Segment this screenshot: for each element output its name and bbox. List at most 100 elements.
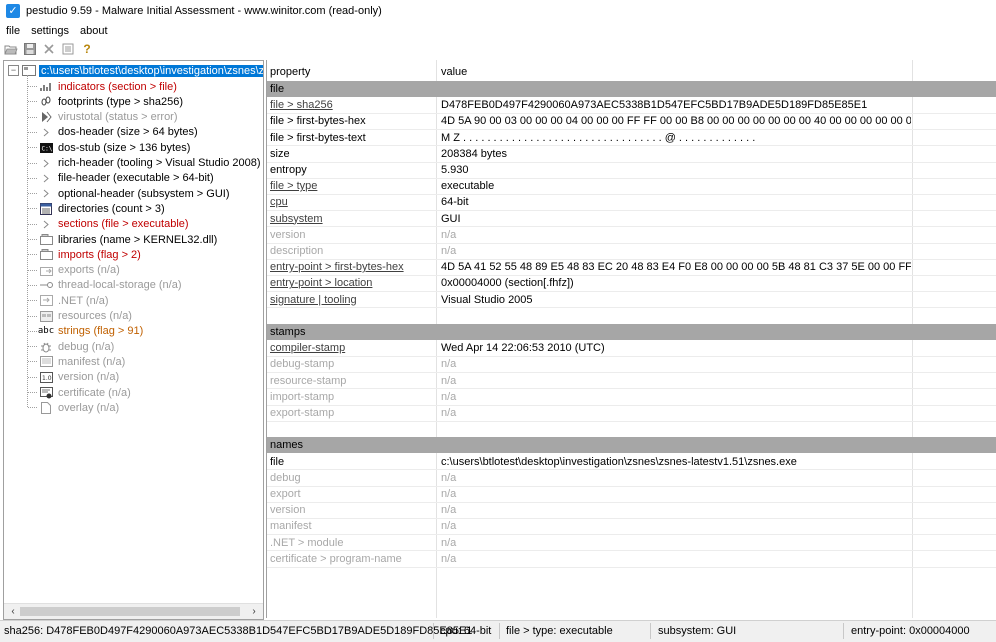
tree-item[interactable]: manifest (n/a) [39,354,127,369]
save-icon[interactable] [23,42,37,56]
value-cell: D478FEB0D497F4290060A973AEC5338B1D547EFC… [441,99,868,112]
tree-item[interactable]: optional-header (subsystem > GUI) [39,186,232,201]
table-row[interactable]: file > sha256 D478FEB0D497F4290060A973AEC… [267,97,996,113]
tree-item[interactable]: virustotal (status > error) [39,110,180,125]
table-row[interactable]: import-stamp n/a [267,389,996,405]
table-row[interactable]: .NET > module n/a [267,535,996,551]
table-row[interactable]: description n/a [267,243,996,259]
tree-item[interactable]: 1.0 version (n/a) [39,370,121,385]
tree-item[interactable]: libraries (name > KERNEL32.dll) [39,232,219,247]
table-row[interactable]: entry-point > location 0x00004000 (sectio… [267,275,996,291]
property-cell: file [270,83,285,95]
help-icon[interactable]: ? [80,42,94,56]
menu-settings[interactable]: settings [25,25,74,37]
scroll-right-icon[interactable]: › [247,605,261,618]
scroll-thumb[interactable] [20,607,240,616]
table-row[interactable]: version n/a [267,502,996,518]
overlay-icon [39,401,53,414]
tree-item[interactable]: overlay (n/a) [39,400,121,415]
collapse-icon[interactable]: − [8,65,19,76]
tree-item[interactable]: C:\ dos-stub (size > 136 bytes) [39,140,192,155]
table-row[interactable]: cpu 64-bit [267,194,996,210]
table-row[interactable]: file > first-bytes-hex 4D 5A 90 00 03 00 … [267,113,996,129]
table-row[interactable]: version n/a [267,227,996,243]
tree-connector-line [28,392,37,393]
title-bar: ✓ pestudio 9.59 - Malware Initial Assess… [0,0,996,22]
menu-file[interactable]: file [0,25,25,37]
menu-about[interactable]: about [74,25,113,37]
section-header-row[interactable]: file [267,81,996,97]
value-cell: 4D 5A 90 00 03 00 00 00 04 00 00 00 FF F… [441,115,911,128]
value-cell: Visual Studio 2005 [441,293,533,306]
tree-item[interactable]: directories (count > 3) [39,201,167,216]
table-row[interactable]: certificate > program-name n/a [267,551,996,567]
list-icon[interactable] [61,42,75,56]
table-row[interactable]: export-stamp n/a [267,405,996,421]
scroll-left-icon[interactable]: ‹ [6,605,20,618]
tree-item-label: libraries (name > KERNEL32.dll) [58,233,218,246]
tree-item[interactable]: certificate (n/a) [39,385,133,400]
table-row[interactable]: manifest n/a [267,518,996,534]
app-check-icon: ✓ [6,4,20,18]
property-cell: cpu [270,196,288,209]
section-header-row[interactable]: stamps [267,324,996,340]
value-cell: GUI [441,212,461,225]
tree-item[interactable]: footprints (type > sha256) [39,94,185,109]
tree-item-label: imports (flag > 2) [58,248,141,261]
property-cell: debug [270,471,301,484]
tree-item[interactable]: debug (n/a) [39,339,116,354]
indicators-icon [39,81,53,93]
tree-item[interactable]: abc strings (flag > 91) [38,324,145,339]
tree-item[interactable]: exports (n/a) [39,263,122,278]
value-cell: n/a [441,374,457,387]
table-row[interactable]: resource-stamp n/a [267,373,996,389]
virustotal-icon [39,111,53,123]
table-row[interactable]: file > first-bytes-text M Z . . . . . . .… [267,130,996,146]
tree-item-label: indicators (section > file) [58,80,177,93]
property-cell: compiler-stamp [270,342,346,355]
tree-root[interactable]: − c:\users\btlotest\desktop\investigatio… [8,63,263,78]
table-row[interactable]: signature | tooling Visual Studio 2005 [267,292,996,308]
table-row[interactable]: file c:\users\btlotest\desktop\investigat… [267,454,996,470]
tree-item[interactable]: sections (file > executable) [39,217,191,232]
property-cell: export [270,488,301,500]
tree-item[interactable]: dos-header (size > 64 bytes) [39,125,200,140]
table-row[interactable]: subsystem GUI [267,211,996,227]
tree-item[interactable]: thread-local-storage (n/a) [39,278,184,293]
tree-item-label: resources (n/a) [58,310,132,322]
close-icon[interactable] [42,42,56,56]
table-row[interactable]: compiler-stamp Wed Apr 14 22:06:53 2010 (… [267,340,996,356]
value-cell: n/a [441,536,457,549]
table-row[interactable]: size 208384 bytes [267,146,996,162]
tree-connector-line [28,407,37,409]
tree-connector-line [28,315,37,317]
property-cell: entropy [270,164,307,176]
arrow-icon [39,157,53,169]
table-row[interactable]: debug n/a [267,470,996,486]
value-cell: n/a [441,228,457,241]
tree-item-label: debug (n/a) [58,340,115,353]
table-row[interactable]: entry-point > first-bytes-hex 4D 5A 41 52… [267,259,996,275]
table-row[interactable]: file > type executable [267,178,996,194]
table-row[interactable]: export n/a [267,486,996,502]
horizontal-scrollbar[interactable]: ‹ › [4,603,263,619]
tree-item[interactable]: .NET (n/a) [39,293,111,308]
value-cell: n/a [441,407,457,419]
section-header-row[interactable]: names [267,437,996,454]
tree-item[interactable]: indicators (section > file) [39,79,179,94]
tree-pane: − c:\users\btlotest\desktop\investigatio… [3,60,264,620]
header-property[interactable]: property [270,66,436,78]
arrow-icon [39,188,53,200]
tls-icon [39,279,53,291]
tree-connector-line [28,147,37,149]
tree-item[interactable]: rich-header (tooling > Visual Studio 200… [39,156,263,171]
table-header: property value [267,64,996,80]
table-row[interactable]: debug-stamp n/a [267,356,996,372]
header-value[interactable]: value [441,66,911,78]
tree-item-label: file-header (executable > 64-bit) [58,172,214,185]
tree-item[interactable]: imports (flag > 2) [39,247,143,262]
open-icon[interactable] [4,42,18,56]
table-row[interactable]: entropy 5.930 [267,162,996,178]
tree-item[interactable]: resources (n/a) [39,309,134,324]
tree-item[interactable]: file-header (executable > 64-bit) [39,171,216,186]
